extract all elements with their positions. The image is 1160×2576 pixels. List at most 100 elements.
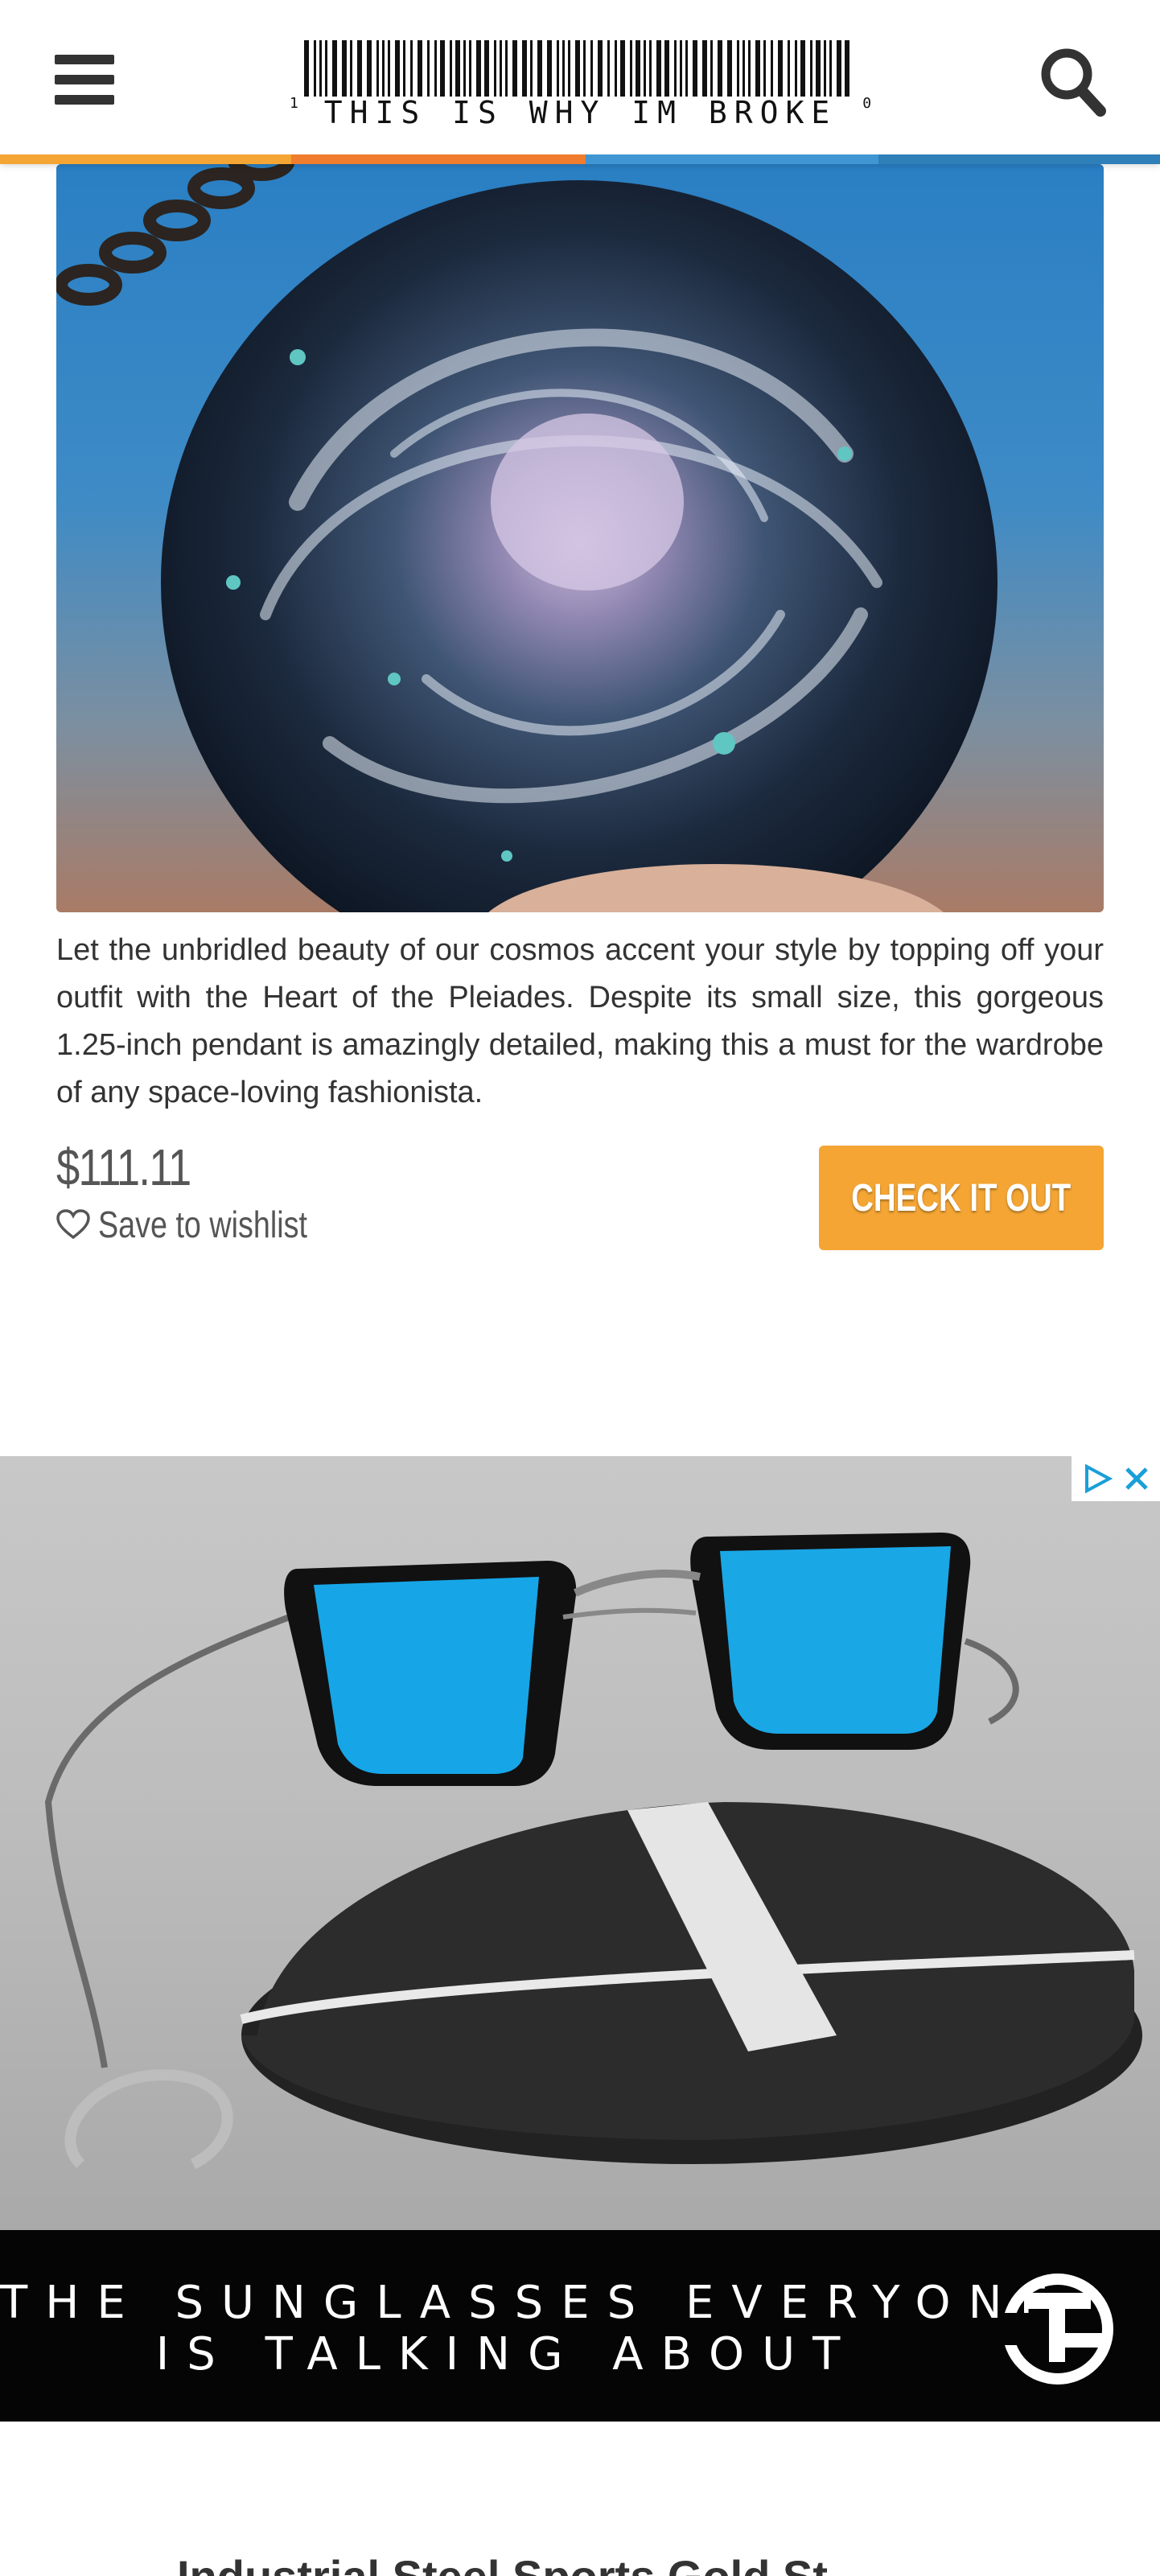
barcode-bar <box>607 40 610 97</box>
hamburger-icon-bar <box>55 75 114 84</box>
barcode-bar <box>620 40 625 97</box>
barcode-bar <box>837 40 841 97</box>
barcode-bar <box>845 40 849 97</box>
sunglasses-image <box>44 1533 1142 2170</box>
barcode-icon <box>304 40 849 97</box>
barcode-bar <box>748 40 751 97</box>
barcode-bar <box>763 40 766 97</box>
barcode-bar <box>537 40 542 97</box>
barcode-bar <box>463 40 466 97</box>
advertisement[interactable]: THE SUNGLASSES EVERYONE IS TALKING ABOUT <box>0 1456 1160 2422</box>
barcode-bar <box>367 40 372 97</box>
ad-headline-line2: IS TALKING ABOUT <box>155 2328 858 2381</box>
barcode-bar <box>795 40 797 97</box>
save-to-wishlist-link[interactable]: Save to wishlist <box>56 1200 353 1249</box>
barcode-bar <box>742 40 745 97</box>
barcode-bar <box>418 40 422 97</box>
product-description: Let the unbridled beauty of our cosmos a… <box>56 933 1104 1109</box>
barcode-bar <box>440 40 445 97</box>
barcode-bar <box>693 40 697 97</box>
ad-headline-line1: THE SUNGLASSES EVERYONE <box>0 2277 1066 2329</box>
header-stripe-segment <box>878 154 1160 164</box>
logo-text: 1 THIS IS WHY IM BROKE 0 <box>290 95 872 130</box>
barcode-bar <box>656 40 661 97</box>
barcode-bar <box>304 40 309 97</box>
barcode-bar <box>685 40 688 97</box>
barcode-bar <box>755 40 760 97</box>
barcode-bar <box>816 40 821 97</box>
barcode-bar <box>434 40 437 97</box>
hamburger-icon-bar <box>55 55 114 64</box>
barcode-bar <box>664 40 669 97</box>
barcode-bar <box>469 40 471 97</box>
barcode-bar <box>512 40 517 97</box>
check-it-out-label: CHECK IT OUT <box>851 1176 1072 1220</box>
galaxy-pendant-image <box>56 164 1104 912</box>
hamburger-icon-bar <box>55 95 114 105</box>
barcode-bar <box>788 40 790 97</box>
barcode-bar <box>737 40 739 97</box>
barcode-bar <box>644 40 646 97</box>
barcode-bar <box>598 40 603 97</box>
barcode-bar <box>778 40 783 97</box>
header-stripe-segment <box>291 154 586 164</box>
check-it-out-button[interactable]: CHECK IT OUT <box>819 1146 1104 1250</box>
barcode-bar <box>455 40 460 97</box>
barcode-bar <box>505 40 508 97</box>
barcode-bar <box>680 40 682 97</box>
product-image[interactable] <box>56 164 1104 912</box>
ad-banner: THE SUNGLASSES EVERYONE IS TALKING ABOUT <box>0 2230 1160 2422</box>
barcode-bar <box>718 40 722 97</box>
barcode-bar <box>702 40 707 97</box>
barcode-bar <box>562 40 565 97</box>
barcode-bar <box>376 40 379 97</box>
barcode-bar <box>649 40 652 97</box>
barcode-bar <box>314 40 316 97</box>
site-header: 1 THIS IS WHY IM BROKE 0 <box>0 0 1160 164</box>
barcode-bar <box>824 40 826 97</box>
barcode-bar <box>403 40 405 97</box>
barcode-bar <box>388 40 390 97</box>
logo-right-digit: 0 <box>862 95 872 112</box>
search-button[interactable] <box>1038 45 1107 117</box>
barcode-bar <box>810 40 812 97</box>
next-product-title[interactable]: Industrial Steel Sports Gold St... <box>177 2550 866 2576</box>
ad-choices-icon <box>1084 1463 1113 1494</box>
barcode-bar <box>710 40 713 97</box>
barcode-bar <box>829 40 832 97</box>
wishlist-label: Save to wishlist <box>98 1204 307 1245</box>
barcode-bar <box>395 40 400 97</box>
site-logo[interactable]: 1 THIS IS WHY IM BROKE 0 <box>290 40 872 130</box>
barcode-bar <box>636 40 640 97</box>
barcode-bar <box>357 40 362 97</box>
barcode-bar <box>476 40 481 97</box>
barcode-bar <box>500 40 502 97</box>
barcode-bar <box>325 40 327 97</box>
barcode-bar <box>484 40 489 97</box>
barcode-bar <box>615 40 617 97</box>
hamburger-menu-button[interactable] <box>55 55 114 105</box>
barcode-bar <box>530 40 533 97</box>
barcode-bar <box>771 40 773 97</box>
logo-left-digit: 1 <box>290 95 298 112</box>
barcode-bar <box>522 40 527 97</box>
brand-logo-icon <box>998 2274 1113 2385</box>
barcode-bar <box>342 40 347 97</box>
barcode-bar <box>568 40 570 97</box>
product-price: $111.11 <box>56 1138 191 1196</box>
search-icon <box>1041 48 1106 117</box>
barcode-bar <box>630 40 632 97</box>
barcode-bar <box>332 40 337 97</box>
barcode-bar <box>427 40 430 97</box>
ad-choices-badge[interactable] <box>1072 1456 1160 1501</box>
barcode-bar <box>410 40 413 97</box>
barcode-bar <box>547 40 552 97</box>
heart-outline-icon <box>56 1209 90 1240</box>
barcode-bar <box>575 40 580 97</box>
barcode-bar <box>350 40 352 97</box>
barcode-bar <box>494 40 496 97</box>
ad-image <box>0 1456 1160 2230</box>
barcode-bar <box>382 40 385 97</box>
close-icon[interactable] <box>1123 1465 1150 1492</box>
barcode-bar <box>557 40 559 97</box>
